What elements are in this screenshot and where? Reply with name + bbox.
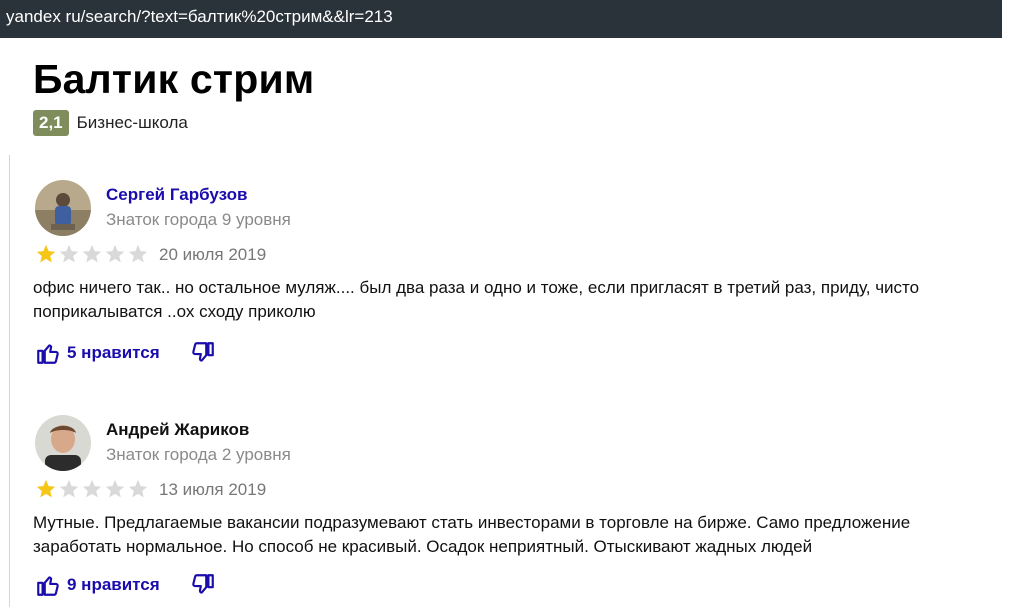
like-button[interactable]: 9 нравится [35,572,160,598]
avatar[interactable] [35,415,91,471]
thumbs-down-icon [191,574,214,594]
rating-badge: 2,1 [33,110,69,136]
review-actions: 5 нравится [35,340,216,366]
like-button[interactable]: 5 нравится [35,340,160,366]
avatar[interactable] [35,180,91,236]
star-empty-icon [82,244,102,263]
author-name[interactable]: Андрей Жариков [106,420,249,440]
author-level: Знаток города 2 уровня [106,445,291,464]
thumbs-up-icon [37,576,59,596]
category-label: Бизнес-школа [76,113,188,132]
star-rating [35,478,150,500]
review-date: 20 июля 2019 [159,245,267,264]
thumbs-up-icon [37,344,59,364]
review-actions: 9 нравится [35,572,216,598]
address-url: yandex ru/search/?text=балтик%20стрим&&l… [6,7,393,26]
star-empty-icon [128,479,148,498]
star-empty-icon [59,244,79,263]
divider-line [9,155,10,607]
star-filled-icon [36,244,56,263]
dislike-button[interactable] [190,340,216,366]
page-title: Балтик стрим [33,56,315,102]
star-empty-icon [105,244,125,263]
author-name-link[interactable]: Сергей Гарбузов [106,185,247,205]
review-text: Мутные. Предлагаемые вакансии подразумев… [33,513,911,556]
dislike-button[interactable] [190,572,216,598]
rating-row: 2,1 Бизнес-школа [33,109,188,137]
star-filled-icon [36,479,56,498]
address-bar[interactable]: yandex ru/search/?text=балтик%20стрим&&l… [0,0,1002,38]
star-empty-icon [105,479,125,498]
like-count: 5 нравится [67,343,160,362]
thumbs-down-icon [191,342,214,362]
star-rating [35,243,150,265]
author-level: Знаток города 9 уровня [106,210,291,229]
like-count: 9 нравится [67,575,160,594]
star-empty-icon [59,479,79,498]
review-text: офис ничего так.. но остальное муляж....… [33,278,920,321]
star-empty-icon [82,479,102,498]
star-empty-icon [128,244,148,263]
review-date: 13 июля 2019 [159,480,267,499]
